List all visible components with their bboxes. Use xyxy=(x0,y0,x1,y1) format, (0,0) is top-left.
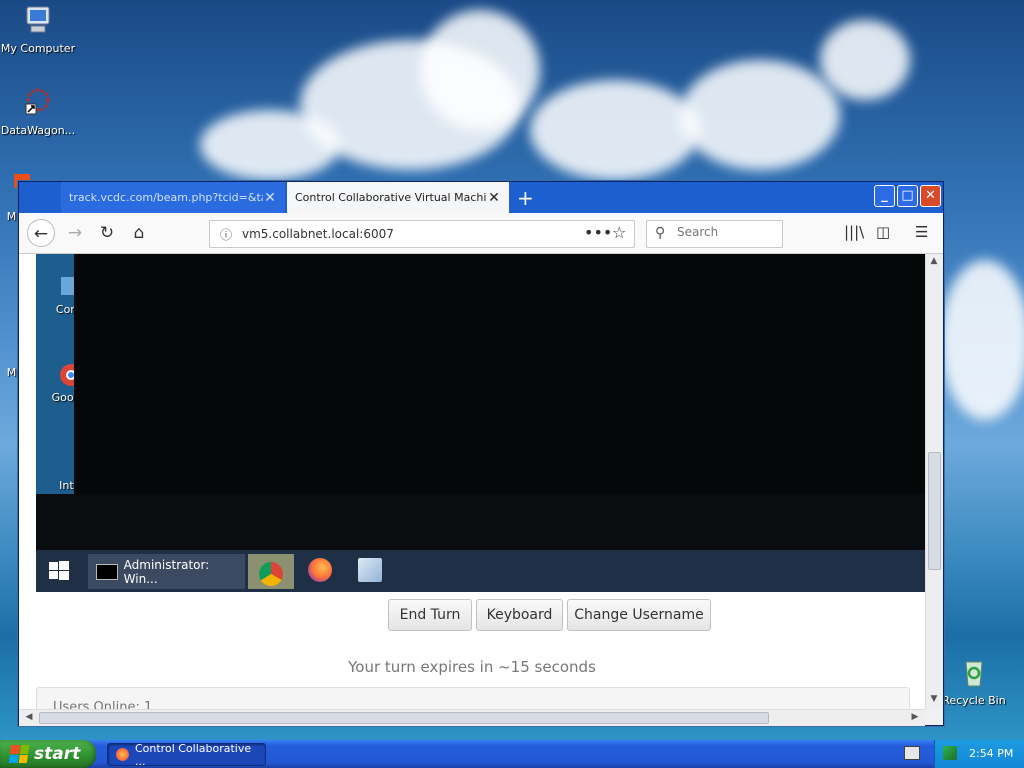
vertical-scrollbar[interactable]: ▲ ▼ xyxy=(925,254,943,709)
desktop-icon-my-computer[interactable]: My Computer xyxy=(0,4,76,55)
cloud xyxy=(200,110,340,180)
vm-screen[interactable]: Contr Google e Internet Explorer Adminis… xyxy=(36,254,925,592)
datawagon-icon xyxy=(25,88,50,115)
reload-button[interactable]: ↻ xyxy=(93,219,121,247)
scroll-right-icon[interactable]: ▶ xyxy=(907,712,923,722)
url-text[interactable]: vm5.collabnet.local:6007 xyxy=(242,227,394,241)
turn-expiry-text: Your turn expires in ~15 seconds xyxy=(348,658,596,676)
scroll-left-icon[interactable]: ◀ xyxy=(21,712,37,722)
command-prompt-icon xyxy=(96,563,118,580)
firefox-icon[interactable] xyxy=(308,558,332,582)
vm-task-label: Administrator: Win... xyxy=(123,557,210,586)
cloud xyxy=(680,60,840,170)
page-viewport: Contr Google e Internet Explorer Adminis… xyxy=(19,254,925,709)
close-icon[interactable]: ✕ xyxy=(487,190,501,206)
computer-icon xyxy=(26,6,50,33)
windows-start-icon[interactable] xyxy=(48,560,70,582)
maximize-button[interactable]: □ xyxy=(897,185,918,207)
system-tray: 2:54 PM xyxy=(934,740,1024,768)
tab-tracking[interactable]: track.vcdc.com/beam.php?tcid=&targ ✕ xyxy=(61,182,285,213)
windows-flag-icon xyxy=(8,745,30,763)
xp-taskbar: start Control Collaborative ... 2:54 PM xyxy=(0,740,1024,768)
sidebar-icon[interactable]: ◫ xyxy=(876,223,890,241)
close-icon[interactable]: ✕ xyxy=(263,190,277,206)
start-button[interactable]: start xyxy=(0,740,96,768)
tab-label: Control Collaborative Virtual Machines! xyxy=(295,191,487,204)
desktop-icon-recycle-bin[interactable]: Recycle Bin xyxy=(936,656,1012,707)
vm-task-admin-cmd[interactable]: Administrator: Win... xyxy=(88,554,245,589)
cloud xyxy=(820,20,910,100)
library-icon[interactable]: |||\ xyxy=(844,223,864,241)
home-button[interactable]: ⌂ xyxy=(125,219,153,247)
bookmark-star-icon[interactable]: ☆ xyxy=(612,223,626,242)
search-icon: ⚲ xyxy=(655,225,666,241)
vm-taskbar: Administrator: Win... xyxy=(36,550,925,592)
desktop-icon-label: My Computer xyxy=(0,42,76,55)
tab-control-collaborative[interactable]: Control Collaborative Virtual Machines! … xyxy=(287,182,509,213)
app-icon[interactable] xyxy=(358,558,382,582)
users-online-panel: Users Online: 1 xyxy=(36,687,910,709)
hamburger-menu-icon[interactable]: ☰ xyxy=(915,223,928,241)
users-online-label: Users Online: 1 xyxy=(53,700,153,709)
search-bar[interactable]: ⚲ xyxy=(646,220,783,248)
vm-console-window[interactable] xyxy=(74,254,925,494)
url-bar[interactable]: ⓘ vm5.collabnet.local:6007 ••• ☆ xyxy=(209,220,635,248)
vm-task-chrome[interactable] xyxy=(248,554,294,589)
taskbar-item-browser[interactable]: Control Collaborative ... xyxy=(107,741,266,768)
forward-button[interactable]: → xyxy=(61,219,89,247)
chrome-icon xyxy=(259,562,283,586)
browser-window: track.vcdc.com/beam.php?tcid=&targ ✕ Con… xyxy=(18,181,944,726)
end-turn-button[interactable]: End Turn xyxy=(388,599,472,631)
keyboard-icon[interactable] xyxy=(904,746,920,760)
desktop-icon-datawagon[interactable]: DataWagon... xyxy=(0,86,76,137)
clock[interactable]: 2:54 PM xyxy=(969,747,1013,760)
cloud xyxy=(530,80,700,180)
vertical-scroll-thumb[interactable] xyxy=(928,452,941,570)
new-tab-button[interactable]: + xyxy=(517,186,534,210)
change-username-button[interactable]: Change Username xyxy=(567,599,711,631)
vm-desktop-area[interactable] xyxy=(36,494,925,550)
tab-label: track.vcdc.com/beam.php?tcid=&targ xyxy=(69,191,263,204)
page-actions-button[interactable]: ••• xyxy=(584,223,612,242)
close-window-button[interactable]: ✕ xyxy=(920,185,941,207)
cloud xyxy=(940,260,1024,420)
scroll-down-icon[interactable]: ▼ xyxy=(926,694,942,704)
horizontal-scrollbar[interactable]: ◀ ▶ xyxy=(19,709,925,726)
info-icon[interactable]: ⓘ xyxy=(220,226,232,243)
tab-bar: track.vcdc.com/beam.php?tcid=&targ ✕ Con… xyxy=(19,182,943,213)
minimize-button[interactable]: _ xyxy=(874,185,895,207)
recycle-bin-icon xyxy=(965,661,983,687)
firefox-icon xyxy=(116,748,129,761)
back-button[interactable]: ← xyxy=(27,219,55,247)
horizontal-scroll-thumb[interactable] xyxy=(39,712,769,724)
navigation-toolbar: ← → ↻ ⌂ ⓘ vm5.collabnet.local:6007 ••• ☆… xyxy=(19,213,943,254)
search-input[interactable] xyxy=(677,225,777,239)
keyboard-button[interactable]: Keyboard xyxy=(476,599,563,631)
scroll-up-icon[interactable]: ▲ xyxy=(926,256,942,266)
taskbar-item-label: Control Collaborative ... xyxy=(134,741,252,768)
desktop-icon-label: Recycle Bin xyxy=(942,694,1006,707)
network-icon[interactable] xyxy=(943,746,957,760)
start-label: start xyxy=(34,744,81,764)
cloud xyxy=(420,10,540,130)
desktop-icon-label: DataWagon... xyxy=(0,124,76,137)
